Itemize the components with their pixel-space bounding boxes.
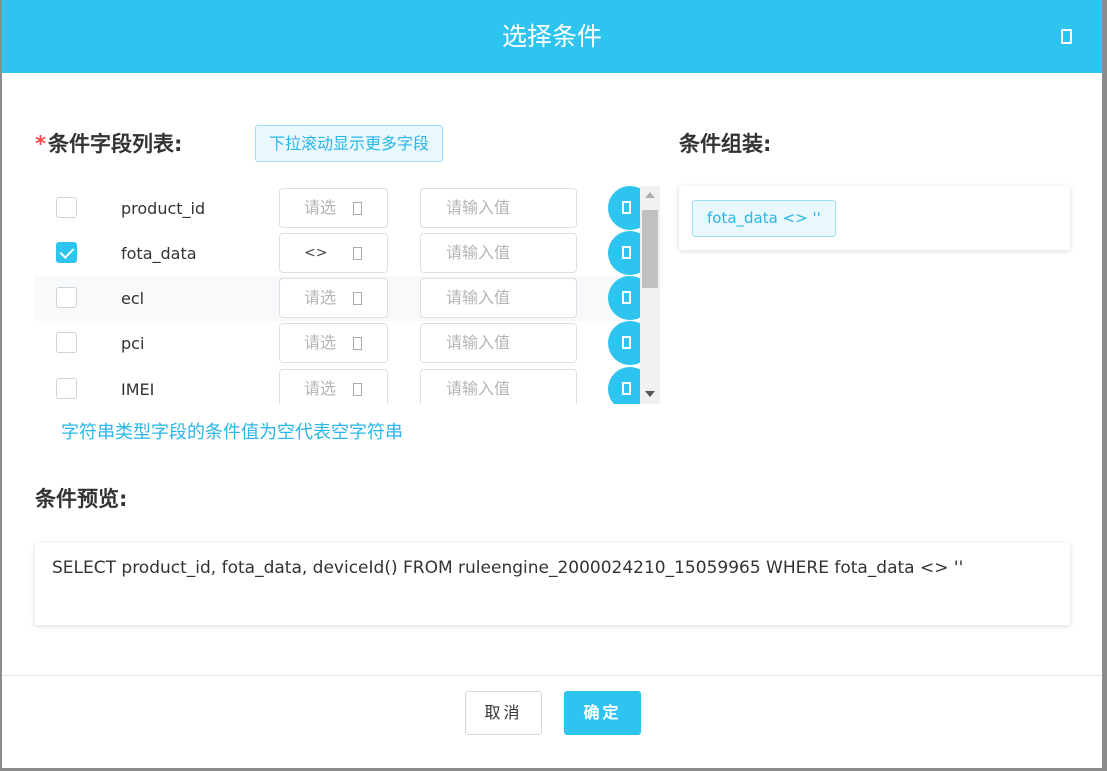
- value-input-placeholder: 请输入值: [446, 288, 511, 307]
- operator-select[interactable]: 请选: [279, 369, 388, 404]
- scroll-down-arrow-icon[interactable]: [645, 391, 655, 397]
- value-input-placeholder: 请输入值: [446, 243, 511, 262]
- value-input[interactable]: 请输入值: [420, 323, 577, 363]
- confirm-button[interactable]: 确定: [564, 691, 641, 735]
- operator-select[interactable]: 请选: [279, 278, 388, 318]
- field-row-product-id: product_id 请选 请输入值: [34, 186, 652, 231]
- operator-select-text: 请选: [304, 288, 337, 307]
- value-input[interactable]: 请输入值: [420, 188, 577, 228]
- cancel-button[interactable]: 取消: [465, 691, 542, 735]
- add-icon: [622, 382, 631, 395]
- condition-assembly-box: fota_data <> '': [679, 186, 1070, 250]
- field-row-imei: IMEI 请选 请输入值: [34, 367, 652, 404]
- fields-section-title: *条件字段列表:: [35, 128, 182, 158]
- field-name: IMEI: [121, 380, 155, 399]
- fields-title-text: 条件字段列表:: [47, 132, 183, 156]
- add-icon: [622, 291, 631, 304]
- operator-select[interactable]: 请选: [279, 188, 388, 228]
- value-input-placeholder: 请输入值: [446, 198, 511, 217]
- operator-select[interactable]: 请选: [279, 323, 388, 363]
- close-icon[interactable]: [1061, 29, 1072, 44]
- field-checkbox-pci[interactable]: [56, 332, 77, 353]
- chevron-down-icon: [353, 383, 362, 396]
- add-icon: [622, 201, 631, 214]
- dialog-title: 选择条件: [501, 22, 602, 51]
- field-name: pci: [121, 334, 145, 353]
- required-mark: *: [35, 132, 46, 156]
- chevron-down-icon: [353, 202, 362, 215]
- empty-string-note: 字符串类型字段的条件值为空代表空字符串: [61, 422, 403, 443]
- field-row-ecl: ecl 请选 请输入值: [34, 276, 652, 321]
- dialog-header: 选择条件: [2, 0, 1102, 73]
- value-input-placeholder: 请输入值: [446, 333, 511, 352]
- chevron-down-icon: [353, 337, 362, 350]
- field-checkbox-ecl[interactable]: [56, 287, 77, 308]
- value-input[interactable]: 请输入值: [420, 278, 577, 318]
- field-row-pci: pci 请选 请输入值: [34, 321, 652, 366]
- value-input-placeholder: 请输入值: [446, 379, 511, 398]
- chevron-down-icon: [353, 292, 362, 305]
- condition-tag[interactable]: fota_data <> '': [692, 200, 836, 237]
- preview-section-title: 条件预览:: [35, 487, 128, 511]
- value-input[interactable]: 请输入值: [420, 369, 577, 404]
- field-list-scrollbar[interactable]: [640, 186, 660, 404]
- assembly-section-title: 条件组装:: [679, 132, 772, 156]
- field-row-fota-data: fota_data <> 请输入值: [34, 231, 652, 276]
- operator-select-text: 请选: [304, 333, 337, 352]
- field-checkbox-product-id[interactable]: [56, 197, 77, 218]
- add-icon: [622, 336, 631, 349]
- operator-select-text: 请选: [304, 198, 337, 217]
- field-name: fota_data: [121, 244, 197, 263]
- add-icon: [622, 246, 631, 259]
- sql-preview: SELECT product_id, fota_data, deviceId()…: [35, 543, 1070, 625]
- field-checkbox-imei[interactable]: [56, 378, 77, 399]
- footer-divider: [2, 675, 1102, 676]
- chevron-down-icon: [353, 247, 362, 260]
- field-list[interactable]: product_id 请选 请输入值 fota_data <> 请输入值 ecl…: [34, 186, 664, 404]
- field-checkbox-fota-data[interactable]: [56, 242, 77, 263]
- operator-select[interactable]: <>: [279, 233, 388, 273]
- scrollbar-thumb[interactable]: [642, 210, 658, 288]
- field-name: product_id: [121, 199, 206, 218]
- operator-select-text: 请选: [304, 379, 337, 398]
- operator-select-text: <>: [304, 245, 328, 261]
- field-name: ecl: [121, 289, 145, 308]
- scroll-up-arrow-icon[interactable]: [645, 192, 655, 198]
- condition-dialog: 选择条件 *条件字段列表: 下拉滚动显示更多字段 条件组装: product_i…: [2, 0, 1102, 768]
- scroll-hint-tag: 下拉滚动显示更多字段: [255, 125, 444, 162]
- value-input[interactable]: 请输入值: [420, 233, 577, 273]
